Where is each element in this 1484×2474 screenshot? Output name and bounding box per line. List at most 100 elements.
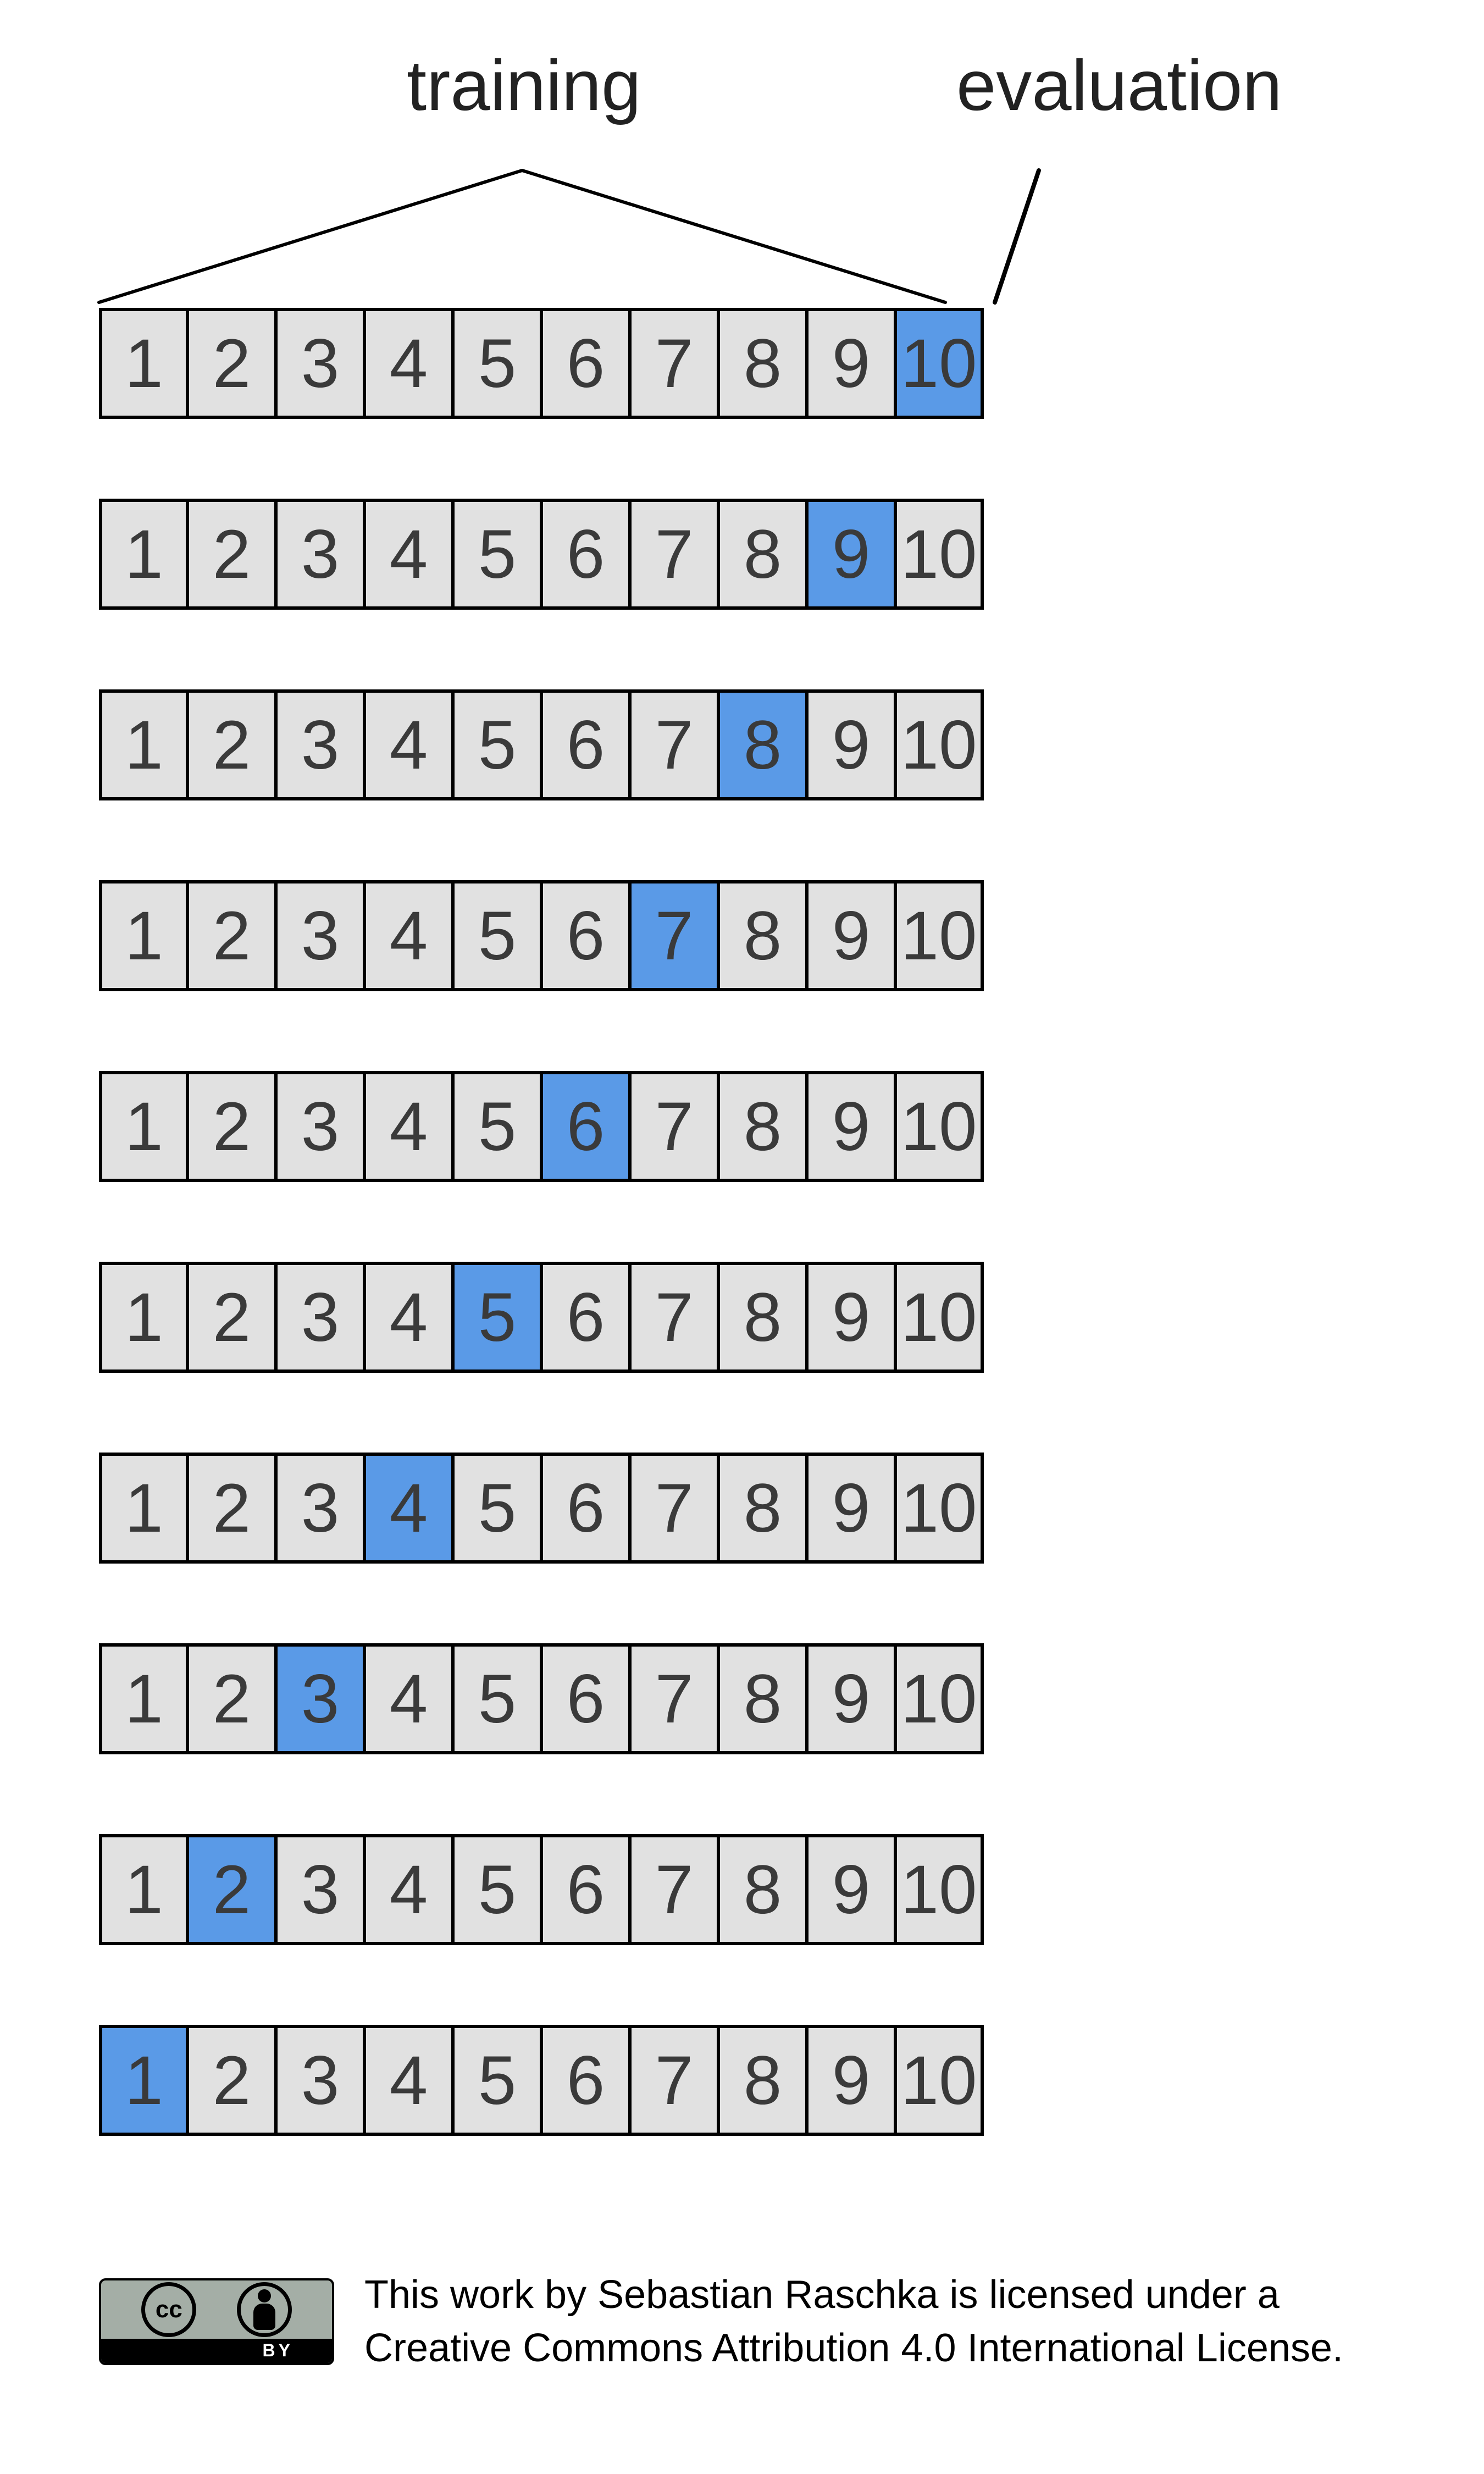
fold-cell-eval: 6 [541, 1071, 630, 1182]
fold-row: 12345678910 [99, 1071, 1385, 1182]
fold-cell: 4 [364, 308, 453, 419]
fold-cell-eval: 10 [895, 308, 984, 419]
fold-cell: 8 [718, 1834, 807, 1945]
fold-cell: 5 [453, 499, 541, 610]
fold-cell: 2 [187, 308, 276, 419]
fold-cell: 9 [807, 2025, 895, 2136]
fold-cell: 2 [187, 1071, 276, 1182]
fold-cell: 7 [630, 1071, 718, 1182]
fold-cell: 3 [276, 1453, 364, 1564]
fold-cell: 6 [541, 689, 630, 800]
license-text: This work by Sebastian Raschka is licens… [364, 2268, 1343, 2375]
fold-cell: 5 [453, 689, 541, 800]
fold-cell: 5 [453, 880, 541, 991]
fold-cell: 1 [99, 880, 187, 991]
fold-cell: 4 [364, 2025, 453, 2136]
fold-row: 12345678910 [99, 689, 1385, 800]
by-icon [237, 2282, 292, 2337]
fold-cell: 7 [630, 308, 718, 419]
fold-row: 12345678910 [99, 1453, 1385, 1564]
fold-cell: 10 [895, 2025, 984, 2136]
license-line-1: This work by Sebastian Raschka is licens… [364, 2268, 1343, 2322]
fold-cell: 4 [364, 1071, 453, 1182]
fold-cell: 7 [630, 1262, 718, 1373]
fold-cell: 10 [895, 1643, 984, 1754]
fold-cell: 8 [718, 1262, 807, 1373]
fold-cell-eval: 4 [364, 1453, 453, 1564]
fold-cell: 6 [541, 1834, 630, 1945]
fold-cell: 9 [807, 308, 895, 419]
fold-cell: 4 [364, 880, 453, 991]
fold-cell: 8 [718, 1643, 807, 1754]
fold-cell: 10 [895, 1453, 984, 1564]
fold-cell: 1 [99, 308, 187, 419]
fold-cell: 4 [364, 689, 453, 800]
fold-cell: 1 [99, 499, 187, 610]
cc-badge-icons: cc [101, 2280, 332, 2339]
fold-cell: 7 [630, 1834, 718, 1945]
fold-row: 12345678910 [99, 1834, 1385, 1945]
fold-cell: 7 [630, 689, 718, 800]
fold-cell: 3 [276, 1262, 364, 1373]
fold-cell: 10 [895, 1262, 984, 1373]
fold-cell-eval: 9 [807, 499, 895, 610]
fold-cell: 8 [718, 880, 807, 991]
fold-cell-eval: 5 [453, 1262, 541, 1373]
fold-rows-container: 1234567891012345678910123456789101234567… [99, 308, 1385, 2136]
fold-cell: 1 [99, 1453, 187, 1564]
fold-cell: 4 [364, 1643, 453, 1754]
fold-cell-eval: 1 [99, 2025, 187, 2136]
fold-cell: 1 [99, 1262, 187, 1373]
fold-cell: 6 [541, 880, 630, 991]
fold-cell: 9 [807, 689, 895, 800]
training-label: training [407, 44, 641, 126]
fold-cell: 8 [718, 2025, 807, 2136]
fold-row: 12345678910 [99, 308, 1385, 419]
fold-cell-eval: 7 [630, 880, 718, 991]
fold-cell: 2 [187, 1453, 276, 1564]
evaluation-label: evaluation [956, 44, 1282, 126]
fold-row: 12345678910 [99, 499, 1385, 610]
fold-cell: 8 [718, 1453, 807, 1564]
fold-cell: 9 [807, 1643, 895, 1754]
fold-cell: 3 [276, 689, 364, 800]
fold-cell: 6 [541, 308, 630, 419]
fold-cell: 7 [630, 1643, 718, 1754]
fold-cell: 7 [630, 1453, 718, 1564]
fold-cell: 6 [541, 1643, 630, 1754]
fold-cell: 6 [541, 2025, 630, 2136]
header-area: training evaluation [99, 44, 1385, 308]
fold-cell: 9 [807, 1834, 895, 1945]
fold-cell: 10 [895, 1834, 984, 1945]
footer: cc BY This work by Sebastian Raschka is … [99, 2268, 1343, 2375]
brace-svg [82, 137, 1094, 308]
fold-cell: 10 [895, 689, 984, 800]
fold-row: 12345678910 [99, 1643, 1385, 1754]
fold-cell: 1 [99, 1834, 187, 1945]
fold-cell: 5 [453, 1643, 541, 1754]
fold-cell: 10 [895, 1071, 984, 1182]
fold-cell: 3 [276, 880, 364, 991]
fold-cell: 6 [541, 1453, 630, 1564]
fold-row: 12345678910 [99, 1262, 1385, 1373]
fold-cell: 10 [895, 880, 984, 991]
cc-by-badge: cc BY [99, 2278, 334, 2365]
fold-cell: 3 [276, 1834, 364, 1945]
fold-cell: 5 [453, 1453, 541, 1564]
fold-cell: 5 [453, 308, 541, 419]
cc-icon: cc [141, 2282, 196, 2337]
fold-cell-eval: 8 [718, 689, 807, 800]
license-line-2: Creative Commons Attribution 4.0 Interna… [364, 2322, 1343, 2375]
fold-cell: 9 [807, 880, 895, 991]
fold-cell: 3 [276, 2025, 364, 2136]
cc-icon-text: cc [156, 2296, 182, 2323]
fold-cell: 8 [718, 499, 807, 610]
fold-row: 12345678910 [99, 2025, 1385, 2136]
fold-cell-eval: 2 [187, 1834, 276, 1945]
fold-cell: 1 [99, 1643, 187, 1754]
fold-cell: 5 [453, 1071, 541, 1182]
fold-row: 12345678910 [99, 880, 1385, 991]
fold-cell: 7 [630, 2025, 718, 2136]
fold-cell: 3 [276, 1071, 364, 1182]
person-icon [241, 2286, 288, 2333]
